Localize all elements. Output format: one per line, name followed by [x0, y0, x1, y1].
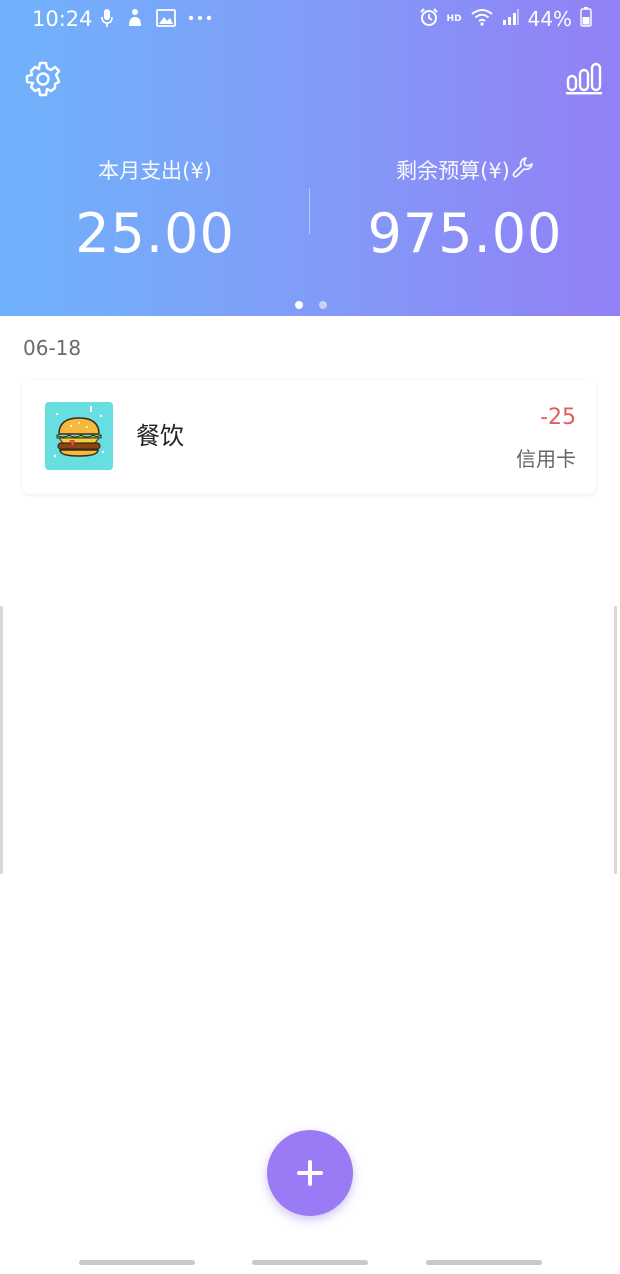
remaining-budget-panel[interactable]: 剩余预算(¥) 975.00 — [310, 155, 620, 267]
status-right-icons: HD 44% — [419, 7, 592, 31]
page-dot[interactable] — [319, 301, 327, 309]
signal-icon — [502, 8, 520, 30]
record-category: 餐饮 — [136, 422, 184, 450]
status-time: 10:24 — [32, 7, 93, 31]
monthly-expense-label: 本月支出(¥) — [98, 159, 212, 183]
battery-icon — [580, 7, 592, 31]
monthly-expense-panel: 本月支出(¥) 25.00 — [0, 155, 310, 267]
status-left-icons — [100, 8, 212, 28]
battery-percent: 44% — [527, 7, 572, 31]
alarm-icon — [419, 7, 439, 31]
monthly-expense-value: 25.00 — [75, 202, 235, 265]
wrench-icon[interactable] — [512, 155, 534, 187]
image-icon — [156, 9, 176, 27]
wifi-icon — [470, 8, 494, 30]
app-screen: 10:24 HD 44% 本月支出(¥) 25.00 剩余预算(¥) 975.0… — [0, 0, 620, 1274]
record-item[interactable]: 餐饮 -25 信用卡 — [22, 380, 596, 494]
mic-icon — [100, 8, 114, 28]
summary-header: 10:24 HD 44% 本月支出(¥) 25.00 剩余预算(¥) 975.0… — [0, 0, 620, 316]
gear-icon[interactable] — [24, 60, 62, 102]
page-dot-active[interactable] — [295, 301, 303, 309]
page-indicator — [295, 301, 327, 309]
left-edge-handle[interactable] — [0, 606, 3, 874]
accessibility-icon — [126, 8, 144, 28]
record-payment-method: 信用卡 — [516, 447, 576, 471]
burger-icon — [45, 402, 113, 470]
status-bar: 10:24 HD 44% — [0, 0, 620, 40]
remaining-budget-label-row: 剩余预算(¥) — [396, 155, 534, 187]
record-amount: -25 — [540, 405, 576, 430]
remaining-budget-label: 剩余预算(¥) — [396, 159, 510, 183]
nav-recents-button[interactable] — [79, 1260, 195, 1265]
bar-chart-icon[interactable] — [565, 62, 603, 100]
add-record-button[interactable] — [267, 1130, 353, 1216]
right-edge-handle[interactable] — [614, 606, 617, 874]
nav-home-button[interactable] — [252, 1260, 368, 1265]
record-date-header: 06-18 — [23, 336, 82, 360]
more-dots-icon — [188, 15, 212, 21]
nav-back-button[interactable] — [426, 1260, 542, 1265]
network-badge: HD — [446, 14, 462, 24]
remaining-budget-value: 975.00 — [367, 202, 563, 265]
